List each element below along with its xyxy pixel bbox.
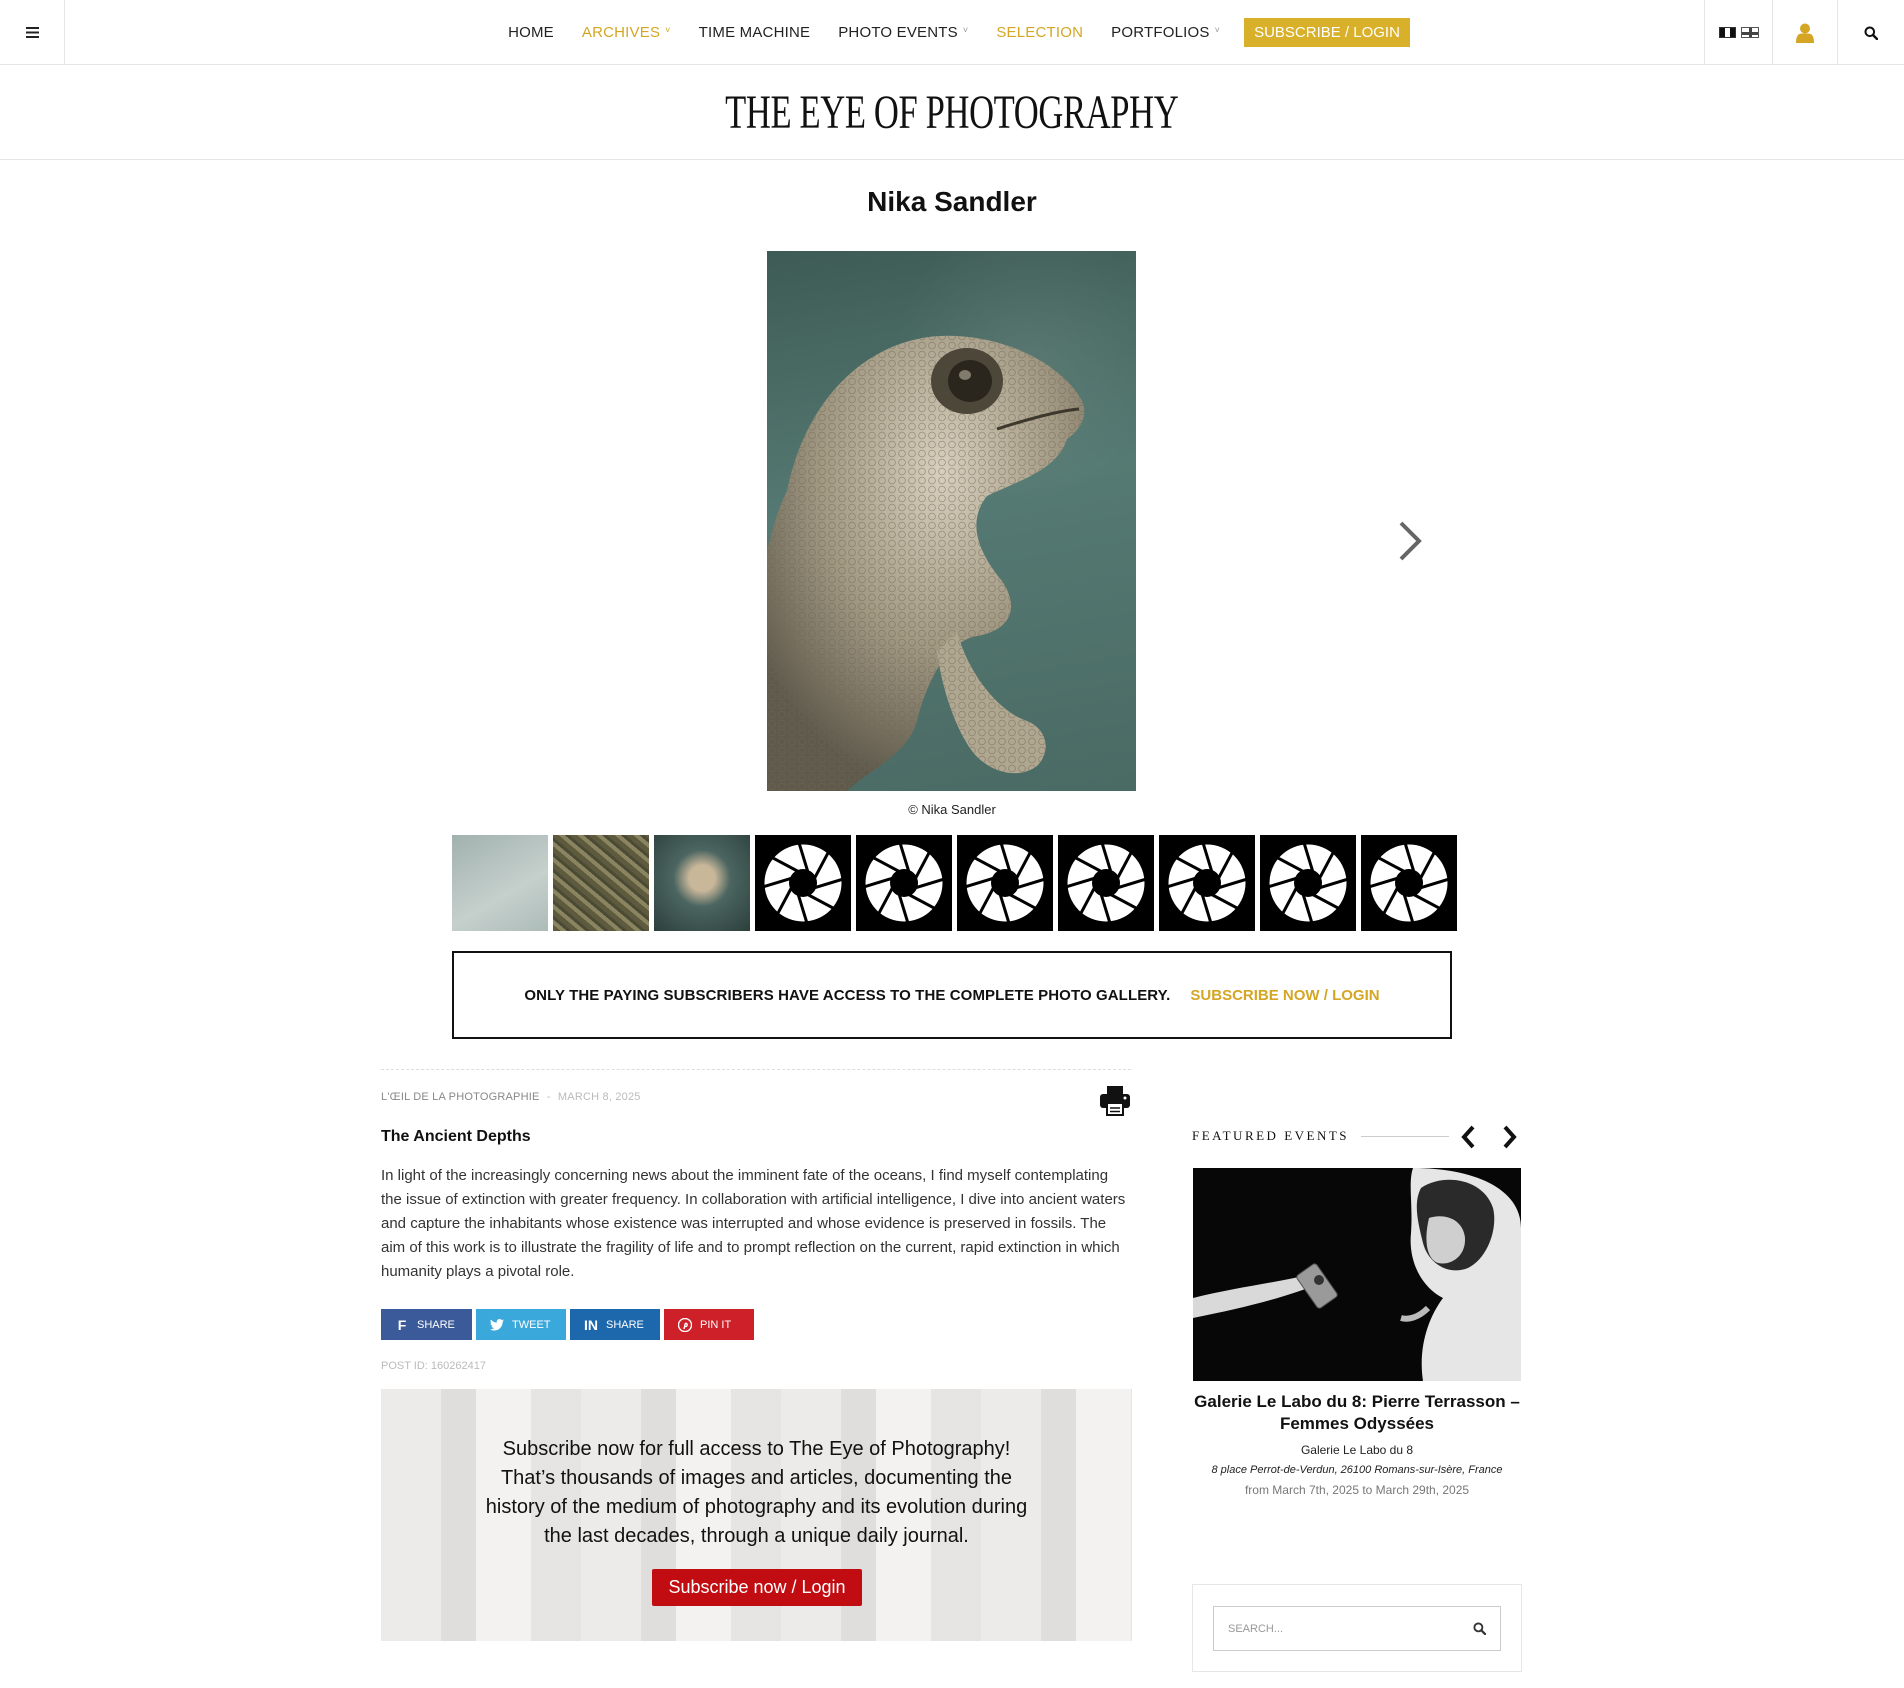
gallery-thumbnail[interactable] (654, 835, 750, 931)
facebook-share-button[interactable]: f SHARE (381, 1309, 472, 1340)
paywall-text: ONLY THE PAYING SUBSCRIBERS HAVE ACCESS … (524, 986, 1171, 1004)
featured-event-photo[interactable] (1193, 1168, 1521, 1381)
facebook-icon: f (397, 1316, 407, 1333)
search-toggle-button[interactable] (1837, 0, 1904, 65)
chevron-down-icon: ˅ (665, 24, 671, 35)
gallery-thumbnails (452, 835, 1457, 931)
locked-thumbnail[interactable] (1361, 835, 1457, 931)
meta-separator: - (546, 1091, 551, 1103)
search-input[interactable] (1228, 1622, 1458, 1635)
article-author[interactable]: L'ŒIL DE LA PHOTOGRAPHIE (381, 1091, 540, 1103)
gallery-thumbnail[interactable] (553, 835, 649, 931)
share-buttons: f SHARE TWEET in SHARE PIN IT (381, 1309, 754, 1340)
locked-thumbnail[interactable] (1058, 835, 1154, 931)
menu-button[interactable] (0, 0, 65, 65)
subscribe-promo-text: Subscribe now for full access to The Eye… (485, 1438, 1028, 1547)
creature-illustration (767, 335, 1085, 791)
nav-item-selection[interactable]: SELECTION (982, 24, 1097, 41)
featured-events-title: FEATURED EVENTS (1192, 1128, 1350, 1143)
account-button[interactable] (1772, 0, 1837, 65)
linkedin-share-button[interactable]: in SHARE (570, 1309, 660, 1340)
hamburger-icon (25, 27, 39, 38)
article-date: MARCH 8, 2025 (557, 1091, 641, 1103)
locked-thumbnail[interactable] (1260, 835, 1356, 931)
locked-thumbnail[interactable] (1159, 835, 1255, 931)
aperture-icon (1058, 835, 1154, 931)
gallery-thumbnail[interactable] (452, 835, 548, 931)
logo-text: THE EYE OF PHOTOGRAPHY (725, 86, 1179, 139)
nav-item-archives[interactable]: ARCHIVES ˅ (568, 24, 685, 41)
search-icon[interactable] (1473, 1622, 1486, 1635)
article-body: In light of the increasingly concerning … (381, 1167, 1126, 1280)
aperture-icon (856, 835, 952, 931)
chevron-right-icon[interactable] (1395, 519, 1425, 563)
featured-event-address: 8 place Perrot-de-Verdun, 26100 Romans-s… (1211, 1464, 1503, 1476)
featured-event-dates: from March 7th, 2025 to March 29th, 2025 (1244, 1483, 1470, 1497)
locked-thumbnail[interactable] (856, 835, 952, 931)
top-navigation: HOME ARCHIVES ˅ TIME MACHINE PHOTO EVENTS… (0, 0, 1904, 65)
chevron-down-icon: ˅ (1214, 24, 1221, 35)
twitter-share-button[interactable]: TWEET (476, 1309, 566, 1340)
page-title: Nika Sandler (867, 186, 1037, 217)
linkedin-icon: in (584, 1316, 598, 1333)
main-gallery-photo[interactable] (767, 251, 1136, 791)
nav-item-home[interactable]: HOME (494, 24, 568, 41)
article-meta: L'ŒIL DE LA PHOTOGRAPHIE - MARCH 8, 2025 (381, 1091, 641, 1103)
header-rule (1361, 1135, 1450, 1137)
aperture-icon (755, 835, 851, 931)
chevron-down-icon: ˅ (962, 24, 969, 35)
photo-caption: © Nika Sandler (908, 802, 996, 817)
printer-icon[interactable] (1098, 1083, 1132, 1117)
sidebar-search-widget (1192, 1584, 1522, 1672)
locked-thumbnail[interactable] (755, 835, 851, 931)
gallery-paywall-banner: ONLY THE PAYING SUBSCRIBERS HAVE ACCESS … (452, 951, 1452, 1039)
subscribe-login-button[interactable]: SUBSCRIBE / LOGIN (1244, 18, 1410, 47)
aperture-icon (1361, 835, 1457, 931)
paywall-subscribe-link[interactable]: SUBSCRIBE NOW / LOGIN (1190, 987, 1379, 1004)
flag-uk-icon[interactable] (1740, 27, 1759, 38)
language-switcher (1704, 0, 1772, 65)
featured-event-venue: Galerie Le Labo du 8 (1300, 1443, 1414, 1457)
chevron-right-icon[interactable] (1498, 1124, 1520, 1150)
search-field (1213, 1606, 1501, 1651)
nav-item-photo-events[interactable]: PHOTO EVENTS ˅ (824, 24, 982, 41)
nav-item-portfolios[interactable]: PORTFOLIOS ˅ (1097, 24, 1234, 41)
event-image (1193, 1168, 1521, 1381)
pinterest-share-button[interactable]: PIN IT (664, 1309, 754, 1340)
aperture-icon (957, 835, 1053, 931)
pinterest-icon (678, 1317, 692, 1332)
subscribe-promo: Subscribe now for full access to The Eye… (381, 1389, 1132, 1641)
nav-item-time-machine[interactable]: TIME MACHINE (685, 24, 825, 41)
site-logo[interactable]: THE EYE OF PHOTOGRAPHY (0, 66, 1904, 160)
user-icon (1796, 23, 1814, 43)
featured-events-header: FEATURED EVENTS (1192, 1128, 1450, 1144)
subscribe-now-button[interactable]: Subscribe now / Login (652, 1569, 862, 1606)
article-title: The Ancient Depths (381, 1128, 531, 1145)
featured-event-name[interactable]: Galerie Le Labo du 8: Pierre Terrasson –… (1193, 1391, 1521, 1435)
article-divider (381, 1069, 1131, 1070)
locked-thumbnail[interactable] (957, 835, 1053, 931)
aperture-icon (1159, 835, 1255, 931)
flag-fr-icon[interactable] (1718, 27, 1736, 38)
search-icon (1864, 26, 1878, 40)
post-id: POST ID: 160262417 (381, 1360, 486, 1372)
main-menu: HOME ARCHIVES ˅ TIME MACHINE PHOTO EVENTS… (0, 0, 1904, 65)
aperture-icon (1260, 835, 1356, 931)
twitter-icon (490, 1318, 504, 1330)
chevron-left-icon[interactable] (1458, 1124, 1480, 1150)
